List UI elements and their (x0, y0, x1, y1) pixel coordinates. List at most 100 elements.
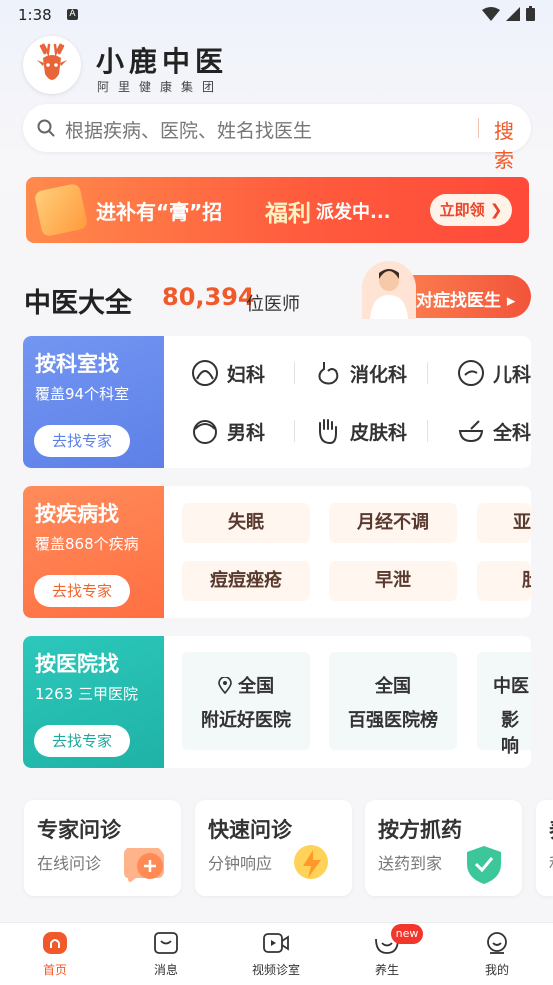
dept-label: 儿科 (493, 363, 531, 386)
bottom-tab-bar: 首页 消息 视频诊室 养生 我的 (0, 922, 553, 985)
deer-icon (37, 43, 67, 80)
status-bar: 1:38 A (0, 0, 553, 30)
department-subtitle: 覆盖94个科室 (35, 385, 130, 403)
wifi-icon (482, 6, 500, 21)
deer-logo (23, 36, 81, 94)
service-subtitle: 分钟响应 (208, 854, 273, 873)
prescription-card[interactable]: 按方抓药 送药到家 (365, 800, 522, 896)
search-icon (37, 119, 55, 137)
divider (427, 362, 428, 384)
dept-item-andrology[interactable]: 男科 (191, 411, 265, 451)
red-envelope-icon (33, 182, 89, 238)
doctor-count-unit: 位医师 (246, 294, 300, 315)
chat-plus-icon (124, 848, 164, 884)
disease-chip[interactable]: 肚 (477, 561, 531, 601)
search-divider (478, 118, 479, 138)
disease-chip[interactable]: 月经不调 (329, 503, 457, 543)
doctor-count: 80,394 (162, 283, 255, 311)
child-icon (458, 360, 484, 386)
search-input[interactable]: 根据疾病、医院、姓名找医生 (65, 116, 312, 143)
dept-item-pediatrics[interactable]: 儿科 (457, 353, 531, 393)
dept-label: 皮肤科 (350, 421, 408, 444)
woman-icon (192, 360, 218, 386)
tab-label: 视频诊室 (251, 963, 300, 977)
dept-label: 妇科 (227, 363, 266, 386)
hospital-title: 按医院找 (35, 652, 119, 676)
banner-claim-button[interactable]: 立即领 ❯ (430, 194, 512, 226)
hand-icon (319, 419, 337, 445)
profile-icon (487, 932, 507, 954)
bowl-icon (458, 420, 484, 443)
department-side-panel[interactable]: 按科室找 覆盖94个科室 去找专家 (23, 336, 164, 468)
service-subtitle: 送药到家 (378, 854, 443, 873)
service-subtitle: 在线问诊 (37, 854, 102, 873)
banner-text: 进补有“膏”招 (96, 200, 223, 224)
service-subtitle: 和 (549, 850, 553, 874)
find-by-symptom-label: 对症找医生 ▸ (416, 291, 516, 311)
top-hospital-item[interactable]: 全国 百强医院榜 (329, 652, 457, 750)
battery-icon (526, 6, 535, 21)
disease-chip[interactable]: 失眠 (182, 503, 310, 543)
nearby-hospital-item[interactable]: 全国 附近好医院 (182, 652, 310, 750)
dept-label: 消化科 (350, 363, 408, 386)
divider (294, 362, 295, 384)
dept-item-gastroenterology[interactable]: 消化科 (314, 353, 407, 393)
hospital-find-button[interactable]: 去找专家 (34, 725, 130, 757)
tab-profile[interactable]: 我的 (442, 931, 552, 978)
disease-side-panel[interactable]: 按疾病找 覆盖868个疾病 去找专家 (23, 486, 164, 618)
hospital-item-line2: 影响 (501, 710, 519, 757)
video-icon (263, 933, 289, 953)
location-pin-icon (218, 676, 232, 695)
tab-label: 我的 (484, 963, 509, 977)
search-bar[interactable]: 根据疾病、医院、姓名找医生 搜索 (23, 104, 531, 172)
doctor-avatar (362, 261, 416, 319)
tab-home[interactable]: 首页 (0, 931, 110, 978)
dept-item-gynecology[interactable]: 妇科 (191, 353, 265, 393)
department-find-button[interactable]: 去找专家 (34, 425, 130, 457)
disease-title: 按疾病找 (35, 502, 119, 526)
service-title: 专家问诊 (37, 818, 121, 842)
disease-find-button[interactable]: 去找专家 (34, 575, 130, 607)
tab-messages[interactable]: 消息 (111, 931, 221, 978)
service-title: 养 (549, 814, 553, 844)
search-button[interactable]: 搜索 (494, 115, 531, 173)
disease-subtitle: 覆盖868个疾病 (35, 535, 139, 553)
dept-item-dermatology[interactable]: 皮肤科 (314, 411, 407, 451)
signal-icon (506, 6, 520, 21)
expert-consult-card[interactable]: 专家问诊 在线问诊 (24, 800, 181, 896)
hospital-subtitle: 1263 三甲医院 (35, 685, 138, 703)
quick-consult-card[interactable]: 快速问诊 分钟响应 (195, 800, 352, 896)
status-time: 1:38 (18, 6, 52, 24)
hospital-card: 按医院找 1263 三甲医院 去找专家 全国 附近好医院 全国 百强医院榜 中医… (23, 636, 531, 768)
service-title: 快速问诊 (208, 818, 292, 842)
dept-item-general[interactable]: 全科 (457, 411, 531, 451)
stomach-icon (318, 362, 339, 385)
health-card[interactable]: 养 和 (536, 800, 553, 896)
department-title: 按科室找 (35, 352, 119, 376)
tab-label: 消息 (153, 963, 178, 977)
promo-banner[interactable]: 进补有“膏”招 福利 派发中... 立即领 ❯ (26, 177, 529, 243)
message-icon (154, 932, 178, 954)
disease-chip[interactable]: 亚 (477, 503, 531, 543)
tab-wellness[interactable]: 养生 (332, 931, 442, 978)
section-title: 中医大全 (24, 288, 132, 319)
disease-card: 按疾病找 覆盖868个疾病 去找专家 失眠 月经不调 亚 痘痘痤疮 早泄 肚 (23, 486, 531, 618)
find-by-symptom-button[interactable]: 对症找医生 ▸ (362, 261, 531, 319)
dept-label: 男科 (227, 421, 266, 444)
tab-video-clinic[interactable]: 视频诊室 (221, 931, 331, 978)
shield-icon (467, 846, 501, 884)
hospital-item-line1: 全国 (375, 676, 411, 697)
hospital-item-line2: 百强医院榜 (348, 710, 438, 731)
disease-chip[interactable]: 早泄 (329, 561, 457, 601)
service-title: 按方抓药 (378, 818, 462, 842)
status-icons (482, 6, 535, 21)
tcm-hospital-item[interactable]: 中医 影响 (477, 652, 531, 757)
brand-subtitle: 阿里健康集团 (97, 80, 224, 94)
hospital-item-line1: 中医 (493, 676, 529, 697)
tab-label: 养生 (374, 963, 399, 977)
tab-label: 首页 (42, 963, 67, 977)
home-icon (43, 932, 67, 954)
disease-chip[interactable]: 痘痘痤疮 (182, 561, 310, 601)
hospital-side-panel[interactable]: 按医院找 1263 三甲医院 去找专家 (23, 636, 164, 768)
brand-title: 小鹿中医 (96, 45, 229, 78)
